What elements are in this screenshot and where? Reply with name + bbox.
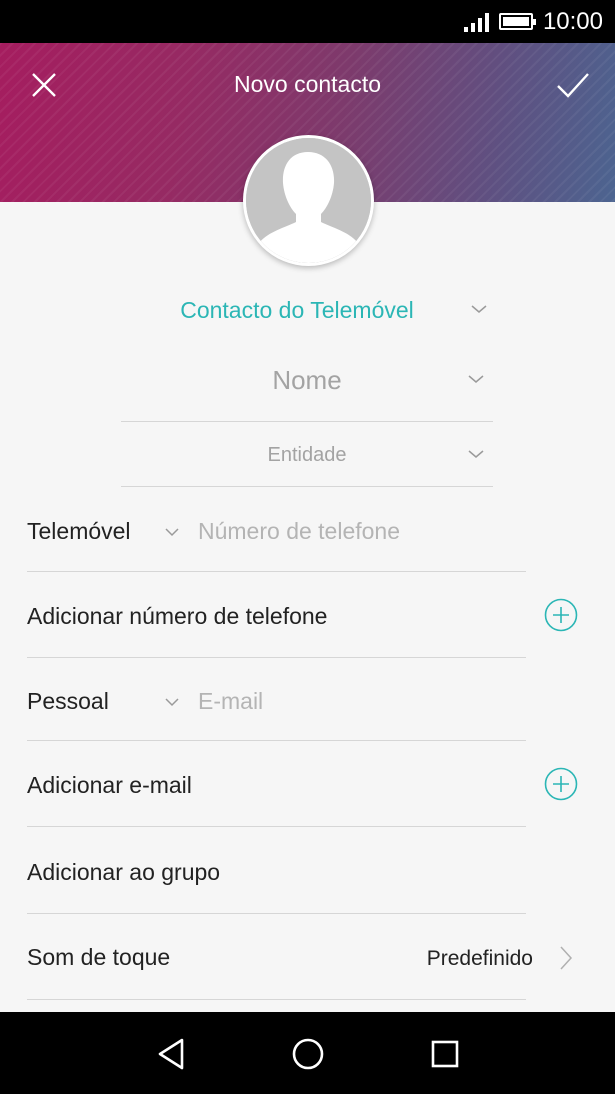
add-circle-icon[interactable] (544, 598, 578, 632)
checkmark-icon (557, 73, 589, 98)
recents-square-icon (431, 1040, 459, 1068)
add-email-label: Adicionar e-mail (27, 772, 192, 798)
chevron-down-icon[interactable] (467, 373, 485, 385)
avatar (246, 138, 371, 263)
home-button[interactable] (288, 1034, 328, 1074)
chevron-down-icon[interactable] (164, 527, 180, 537)
phone-type-label[interactable]: Telemóvel (27, 518, 131, 545)
navigation-bar (0, 1012, 615, 1094)
back-button[interactable] (151, 1034, 191, 1074)
ringtone-label: Som de toque (27, 944, 171, 970)
signal-icon (463, 12, 489, 32)
entity-field[interactable]: Entidade (121, 422, 493, 487)
page-title: Novo contacto (233, 71, 382, 97)
chevron-right-icon[interactable] (559, 945, 573, 971)
email-type-label[interactable]: Pessoal (27, 688, 109, 715)
chevron-down-icon[interactable] (467, 448, 485, 460)
phone-number-input[interactable]: Número de telefone (198, 518, 400, 545)
account-label: Contacto do Telemóvel (180, 297, 414, 323)
add-group-label: Adicionar ao grupo (27, 859, 221, 885)
recents-button[interactable] (425, 1034, 465, 1074)
name-field[interactable]: Nome (121, 355, 493, 422)
email-row: Pessoal E-mail (27, 658, 526, 741)
account-selector[interactable]: Contacto do Telemóvel (0, 287, 615, 335)
entity-placeholder: Entidade (267, 444, 347, 466)
back-triangle-icon (158, 1038, 184, 1070)
status-icons: 10:00 (463, 0, 603, 43)
ringtone-value: Predefinido (426, 947, 533, 970)
person-silhouette-icon (246, 138, 371, 263)
add-circle-icon[interactable] (544, 767, 578, 801)
save-button[interactable] (543, 57, 603, 113)
chevron-down-icon[interactable] (164, 697, 180, 707)
email-input[interactable]: E-mail (198, 688, 263, 715)
name-placeholder: Nome (272, 365, 342, 395)
contact-photo-button[interactable] (243, 135, 374, 266)
phone-row: Telemóvel Número de telefone (27, 487, 526, 572)
chevron-down-icon (471, 305, 487, 313)
add-group-row[interactable]: Adicionar ao grupo (27, 827, 526, 914)
add-phone-row[interactable]: Adicionar número de telefone (27, 572, 526, 658)
status-bar: 10:00 (0, 0, 615, 43)
add-phone-label: Adicionar número de telefone (27, 603, 328, 629)
add-email-row[interactable]: Adicionar e-mail (27, 741, 526, 827)
status-time: 10:00 (542, 7, 603, 35)
battery-icon (498, 13, 536, 30)
home-circle-icon (292, 1038, 324, 1070)
